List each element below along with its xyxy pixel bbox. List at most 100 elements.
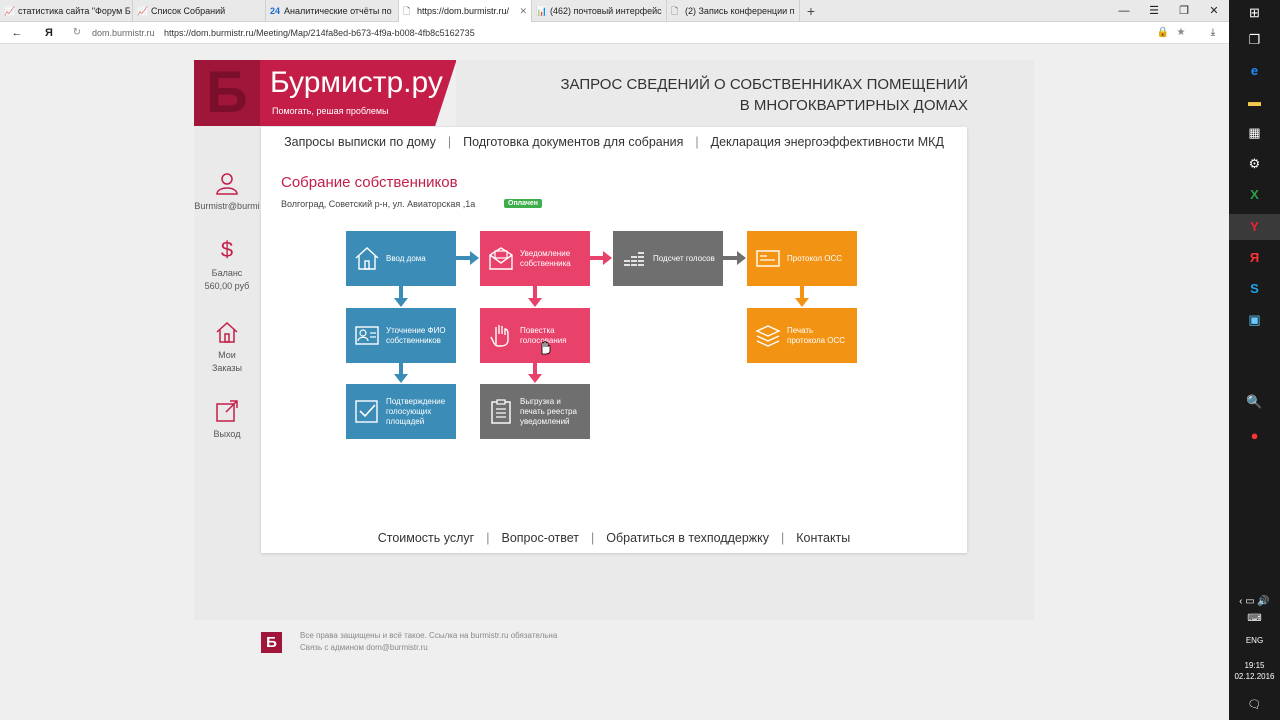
clock-time[interactable]: 19:15	[1229, 661, 1280, 670]
tab-conference[interactable]: 🗋 (2) Запись конференции п	[667, 0, 800, 22]
tab-bar: 📈 статистика сайта "Форум Б 📈 Список Собра…	[0, 0, 1229, 23]
tab-dom-burmistr[interactable]: 🗋 https://dom.burmistr.ru/ ✕	[399, 0, 532, 23]
step-house-input[interactable]: Ввод дома	[346, 231, 456, 286]
nav-faq[interactable]: Вопрос-ответ	[501, 531, 579, 545]
step-label: Подтверждение голосующих площадей	[386, 396, 446, 426]
yandex-browser-icon[interactable]: Y	[1229, 214, 1280, 240]
nav-energy-declaration[interactable]: Декларация энергоэффективности МКД	[711, 135, 944, 149]
page-icon: 🗋	[403, 6, 411, 16]
folder-icon[interactable]: ▬	[1229, 89, 1280, 115]
notifications-icon[interactable]: 🗨	[1229, 692, 1280, 718]
yandex-icon[interactable]: Я	[1229, 245, 1280, 271]
equalizer-icon	[624, 252, 644, 266]
layers-icon	[755, 325, 781, 347]
star-icon[interactable]: ★	[1174, 22, 1188, 44]
bitrix24-icon: 24	[270, 6, 281, 16]
browser-window: 📈 статистика сайта "Форум Б 📈 Список Собра…	[0, 0, 1229, 720]
download-icon[interactable]: ⤓	[1206, 22, 1220, 44]
arrow-down-icon	[528, 363, 542, 383]
close-icon[interactable]: ✕	[519, 0, 527, 22]
footer-text: Все права защищены и всё такое. Ссылка н…	[300, 630, 557, 654]
photos-icon[interactable]: ▣	[1229, 307, 1280, 333]
sidebar-orders-line1: Мои	[218, 350, 236, 360]
arrow-down-icon	[394, 286, 408, 307]
nav-pricing[interactable]: Стоимость услуг	[378, 531, 475, 545]
checkbox-icon	[355, 400, 378, 423]
site-title-line1: ЗАПРОС СВЕДЕНИЙ О СОБСТВЕННИКАХ ПОМЕЩЕНИ…	[560, 76, 968, 93]
back-arrow-icon[interactable]: ←	[8, 22, 26, 44]
clipboard-icon	[491, 399, 511, 424]
main-card: Запросы выписки по дому | Подготовка докум…	[261, 127, 967, 553]
windows-start-icon[interactable]: ⊞	[1229, 0, 1280, 26]
nav-separator: |	[781, 531, 785, 545]
step-agenda[interactable]: Повестка голосования	[480, 308, 590, 363]
step-print-protocol[interactable]: Печать протокола ОСС	[747, 308, 857, 363]
site-title: ЗАПРОС СВЕДЕНИЙ О СОБСТВЕННИКАХ ПОМЕЩЕНИ…	[560, 74, 968, 116]
close-window-button[interactable]: ✕	[1199, 0, 1229, 22]
step-count-votes[interactable]: Подсчет голосов	[613, 231, 723, 286]
excel-icon[interactable]: X	[1229, 182, 1280, 208]
sidebar-orders-line2: Заказы	[211, 363, 243, 373]
sidebar-balance[interactable]: $ Баланс 560,00 руб	[194, 237, 260, 293]
nav-separator: |	[486, 531, 490, 545]
arrow-right-icon	[723, 251, 746, 265]
nav-support[interactable]: Обратиться в техподдержку	[606, 531, 769, 545]
step-label: Ввод дома	[386, 253, 426, 263]
clock-date[interactable]: 02.12.2016	[1229, 672, 1280, 681]
store-icon[interactable]: ▦	[1229, 120, 1280, 146]
tab-analytics[interactable]: 24 Аналитические отчёты по	[266, 0, 399, 22]
keyboard-icon[interactable]: ⌨	[1229, 606, 1280, 632]
sidebar-orders[interactable]: Мои Заказы	[194, 319, 260, 375]
house-icon	[355, 247, 379, 270]
tab-label: https://dom.burmistr.ru/	[417, 6, 510, 16]
sidebar-user-label: Burmistr@burmi	[194, 201, 260, 211]
step-export-registry[interactable]: Выгрузка и печать реестра уведомлений	[480, 384, 590, 439]
task-view-icon[interactable]: ❐	[1229, 27, 1280, 53]
nav-contacts[interactable]: Контакты	[796, 531, 850, 545]
logo-letter: Б	[194, 60, 260, 126]
yandex-button[interactable]: Я	[40, 22, 58, 44]
new-tab-button[interactable]: +	[803, 0, 819, 22]
nav-meeting-docs[interactable]: Подготовка документов для собрания	[463, 135, 683, 149]
tab-mail[interactable]: 📊 (462) почтовый интерфейс	[532, 0, 667, 22]
address-bar: ← Я ↻ dom.burmistr.ru https://dom.burmis…	[0, 22, 1229, 44]
settings-gear-icon[interactable]: ⚙	[1229, 151, 1280, 177]
step-confirm-areas[interactable]: Подтверждение голосующих площадей	[346, 384, 456, 439]
step-label: Уведомление собственника	[520, 248, 571, 268]
card-icon	[756, 250, 780, 267]
tab-label: Аналитические отчёты по	[284, 6, 392, 16]
url-domain[interactable]: dom.burmistr.ru	[92, 22, 155, 44]
sidebar-user[interactable]: Burmistr@burmi	[194, 170, 260, 213]
microphone-icon[interactable]: ●	[1229, 423, 1280, 449]
footer-contact[interactable]: Связь с админом dom@burmistr.ru	[300, 642, 557, 654]
windows-taskbar: ⊞ ❐ e ▬ ▦ ⚙ X Y Я S ▣ 🔍 ● ‹ ▭ 🔊 ⌨ ENG 19…	[1229, 0, 1280, 720]
nav-separator: |	[695, 135, 699, 149]
nav-extract-requests[interactable]: Запросы выписки по дому	[284, 135, 436, 149]
lock-icon[interactable]: 🔒	[1156, 22, 1170, 44]
site-logo[interactable]: Б Бурмистр.ру Помогать, решая проблемы	[194, 60, 456, 126]
footer-logo[interactable]: Б	[261, 632, 282, 653]
tabs-menu-icon[interactable]: ☰	[1139, 0, 1169, 22]
tab-forum-stats[interactable]: 📈 статистика сайта "Форум Б	[0, 0, 133, 22]
edge-icon[interactable]: e	[1229, 58, 1280, 84]
restore-button[interactable]: ❐	[1169, 0, 1199, 22]
url-input[interactable]: https://dom.burmistr.ru/Meeting/Map/214f…	[164, 22, 475, 44]
page-title: Собрание собственников	[281, 174, 458, 191]
search-icon[interactable]: 🔍	[1229, 389, 1280, 415]
house-icon	[216, 321, 238, 343]
step-label: Уточнение ФИО собственников	[386, 325, 446, 345]
footer-copyright: Все права защищены и всё такое. Ссылка н…	[300, 631, 558, 640]
skype-icon[interactable]: S	[1229, 276, 1280, 302]
sidebar-logout-label: Выход	[213, 429, 241, 439]
tab-label: (462) почтовый интерфейс	[550, 6, 662, 16]
meeting-address: Волгоград, Советский р-н, ул. Авиаторска…	[281, 199, 476, 209]
minimize-button[interactable]: —	[1109, 0, 1139, 22]
sidebar-logout[interactable]: Выход	[194, 398, 260, 441]
envelope-icon	[489, 247, 513, 270]
step-protocol[interactable]: Протокол ОСС	[747, 231, 857, 286]
tab-meetings-list[interactable]: 📈 Список Собраний	[133, 0, 266, 22]
step-notify[interactable]: Уведомление собственника	[480, 231, 590, 286]
reload-icon[interactable]: ↻	[70, 22, 84, 44]
language-indicator[interactable]: ENG	[1229, 636, 1280, 645]
step-clarify-names[interactable]: Уточнение ФИО собственников	[346, 308, 456, 363]
